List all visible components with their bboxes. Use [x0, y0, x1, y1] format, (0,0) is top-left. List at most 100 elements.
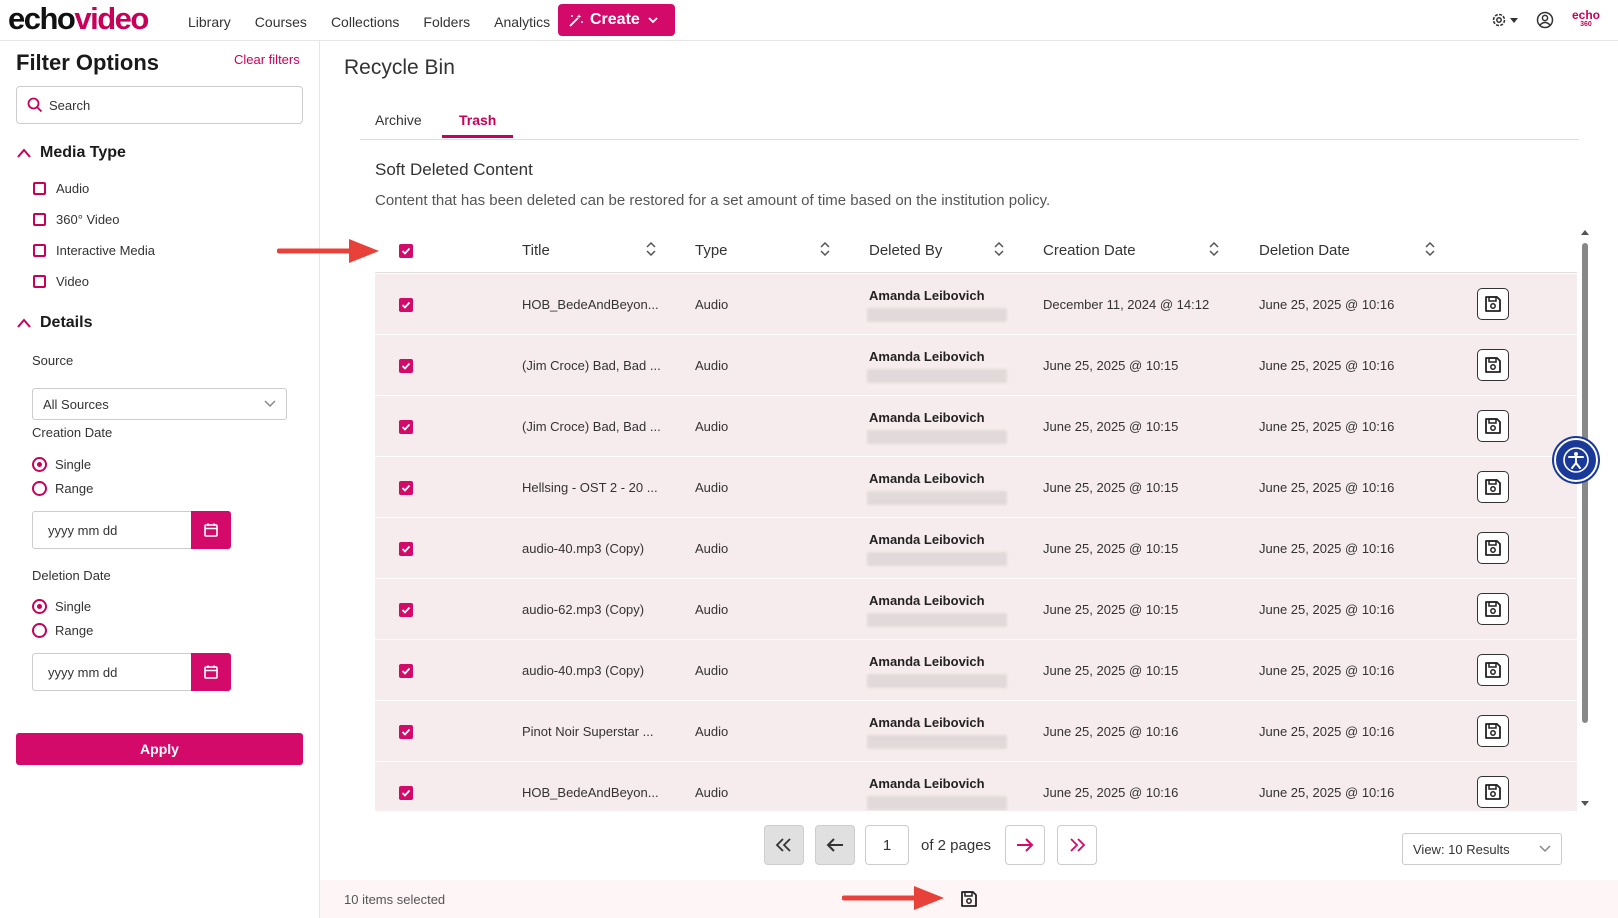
- nav-library[interactable]: Library: [188, 14, 231, 30]
- tab-trash[interactable]: Trash: [459, 112, 496, 128]
- row-checkbox[interactable]: [399, 481, 413, 495]
- table-row[interactable]: Hellsing - OST 2 - 20 ... Audio Amanda Lei…: [375, 457, 1577, 518]
- results-per-page-select[interactable]: View: 10 Results: [1402, 833, 1562, 865]
- creation-date-single[interactable]: Single: [32, 457, 91, 472]
- nav-collections[interactable]: Collections: [331, 14, 399, 30]
- save-restore-icon: [1485, 540, 1501, 556]
- redacted-email: [867, 491, 1007, 505]
- settings-menu[interactable]: [1490, 11, 1518, 29]
- calendar-button[interactable]: [191, 653, 231, 691]
- row-checkbox[interactable]: [399, 786, 413, 800]
- row-checkbox[interactable]: [399, 603, 413, 617]
- restore-button[interactable]: [1477, 593, 1509, 625]
- user-account-icon[interactable]: [1536, 11, 1554, 29]
- table-row[interactable]: audio-40.mp3 (Copy) Audio Amanda Leibovich…: [375, 518, 1577, 579]
- table-row[interactable]: (Jim Croce) Bad, Bad ... Audio Amanda Leib…: [375, 396, 1577, 457]
- page-number-input[interactable]: 1: [865, 825, 909, 865]
- sort-icon[interactable]: [1209, 242, 1219, 256]
- search-input[interactable]: Search: [16, 86, 303, 124]
- details-toggle[interactable]: Details: [16, 314, 92, 332]
- row-checkbox[interactable]: [399, 725, 413, 739]
- apply-button[interactable]: Apply: [16, 733, 303, 765]
- media-type-video[interactable]: Video: [33, 274, 89, 289]
- scroll-up-icon[interactable]: [1581, 229, 1589, 235]
- row-checkbox[interactable]: [399, 298, 413, 312]
- sort-icon[interactable]: [646, 242, 656, 256]
- clear-filters-link[interactable]: Clear filters: [234, 52, 300, 67]
- table-row[interactable]: (Jim Croce) Bad, Bad ... Audio Amanda Leib…: [375, 335, 1577, 396]
- table-row[interactable]: HOB_BedeAndBeyon... Audio Amanda Leibovich…: [375, 274, 1577, 335]
- restore-button[interactable]: [1477, 715, 1509, 747]
- scroll-thumb[interactable]: [1582, 243, 1588, 723]
- column-deletion-date[interactable]: Deletion Date: [1259, 242, 1350, 259]
- sort-icon[interactable]: [820, 242, 830, 256]
- first-page-button[interactable]: [764, 825, 804, 865]
- restore-button[interactable]: [1477, 288, 1509, 320]
- table-row[interactable]: audio-40.mp3 (Copy) Audio Amanda Leibovich…: [375, 640, 1577, 701]
- double-chevron-left-icon: [775, 838, 791, 852]
- previous-page-button[interactable]: [815, 825, 855, 865]
- table-row[interactable]: audio-62.mp3 (Copy) Audio Amanda Leibovich…: [375, 579, 1577, 640]
- last-page-button[interactable]: [1057, 825, 1097, 865]
- column-type[interactable]: Type: [695, 242, 728, 259]
- creation-date-field[interactable]: yyyy mm dd: [32, 511, 231, 549]
- nav-analytics[interactable]: Analytics: [494, 14, 550, 30]
- bulk-restore-button[interactable]: [958, 888, 980, 910]
- radio-selected[interactable]: [32, 457, 47, 472]
- column-title[interactable]: Title: [522, 242, 550, 259]
- column-creation-date[interactable]: Creation Date: [1043, 242, 1136, 259]
- nav-folders[interactable]: Folders: [423, 14, 470, 30]
- row-deletion-date: June 25, 2025 @ 10:16: [1259, 358, 1395, 373]
- next-page-button[interactable]: [1005, 825, 1045, 865]
- checkbox[interactable]: [33, 182, 46, 195]
- row-deleted-by: Amanda Leibovich: [869, 776, 985, 791]
- scroll-down-icon[interactable]: [1581, 801, 1589, 807]
- table-row[interactable]: Pinot Noir Superstar ... Audio Amanda Leib…: [375, 701, 1577, 762]
- table-scrollbar[interactable]: [1580, 229, 1590, 811]
- accessibility-button[interactable]: [1554, 438, 1598, 482]
- row-checkbox[interactable]: [399, 359, 413, 373]
- redacted-email: [867, 735, 1007, 749]
- row-checkbox[interactable]: [399, 542, 413, 556]
- restore-button[interactable]: [1477, 776, 1509, 808]
- radio[interactable]: [32, 623, 47, 638]
- create-button[interactable]: Create: [558, 4, 675, 36]
- echovideo-logo[interactable]: echovideo: [8, 2, 149, 36]
- save-restore-icon: [1485, 784, 1501, 800]
- restore-button[interactable]: [1477, 532, 1509, 564]
- source-select[interactable]: All Sources: [32, 388, 287, 420]
- restore-button[interactable]: [1477, 349, 1509, 381]
- checkbox[interactable]: [33, 275, 46, 288]
- row-checkbox[interactable]: [399, 420, 413, 434]
- deletion-date-single[interactable]: Single: [32, 599, 91, 614]
- media-type-audio[interactable]: Audio: [33, 181, 89, 196]
- calendar-button[interactable]: [191, 511, 231, 549]
- row-deletion-date: June 25, 2025 @ 10:16: [1259, 480, 1395, 495]
- check-icon: [401, 545, 411, 553]
- column-deleted-by[interactable]: Deleted By: [869, 242, 942, 259]
- media-type-toggle[interactable]: Media Type: [16, 144, 126, 162]
- creation-date-range[interactable]: Range: [32, 481, 93, 496]
- deletion-date-field[interactable]: yyyy mm dd: [32, 653, 231, 691]
- sort-icon[interactable]: [994, 242, 1004, 256]
- media-type-interactive-media[interactable]: Interactive Media: [33, 243, 155, 258]
- deletion-date-label: Deletion Date: [32, 568, 111, 583]
- select-all-checkbox[interactable]: [399, 244, 413, 258]
- radio-selected[interactable]: [32, 599, 47, 614]
- restore-button[interactable]: [1477, 471, 1509, 503]
- save-restore-icon: [1485, 723, 1501, 739]
- row-title: audio-40.mp3 (Copy): [522, 541, 645, 556]
- checkbox[interactable]: [33, 213, 46, 226]
- restore-button[interactable]: [1477, 654, 1509, 686]
- table-row[interactable]: HOB_BedeAndBeyon... Audio Amanda Leibovich…: [375, 762, 1577, 811]
- tab-archive[interactable]: Archive: [375, 112, 422, 128]
- checkbox[interactable]: [33, 244, 46, 257]
- media-type-360-video[interactable]: 360° Video: [33, 212, 120, 227]
- filter-options-title: Filter Options: [16, 50, 159, 75]
- row-checkbox[interactable]: [399, 664, 413, 678]
- sort-icon[interactable]: [1425, 242, 1435, 256]
- nav-courses[interactable]: Courses: [255, 14, 307, 30]
- radio[interactable]: [32, 481, 47, 496]
- deletion-date-range[interactable]: Range: [32, 623, 93, 638]
- restore-button[interactable]: [1477, 410, 1509, 442]
